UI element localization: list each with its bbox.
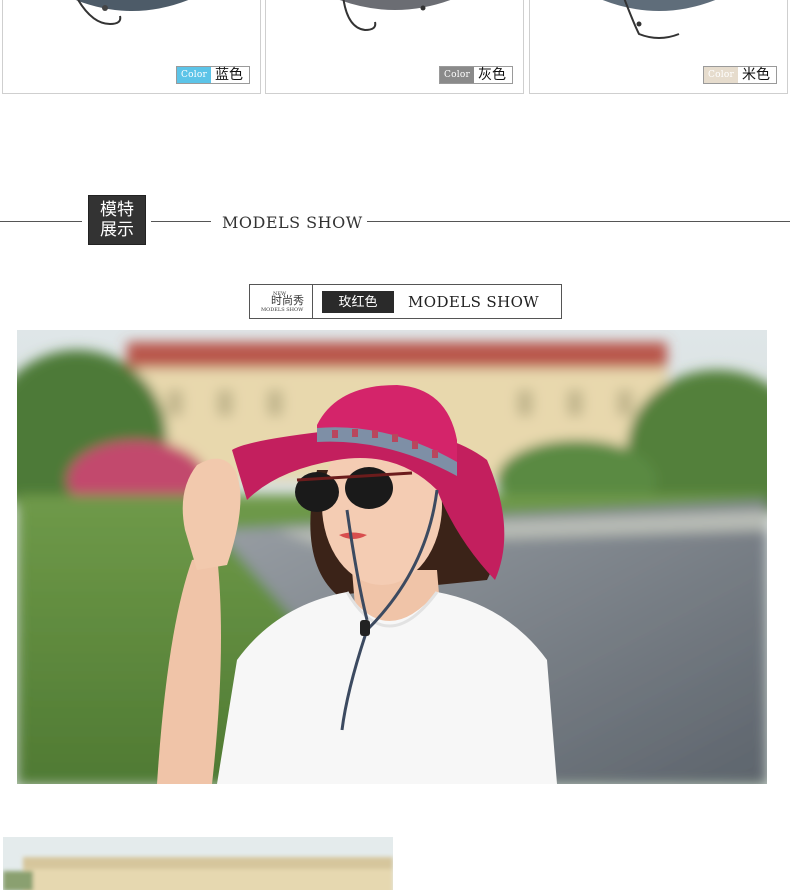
section-badge: 模特 展示 bbox=[88, 195, 146, 245]
fashion-show-tag: NEW 时尚秀 MODELS SHOW bbox=[250, 285, 313, 318]
tag-en: MODELS SHOW bbox=[261, 307, 304, 313]
swatch-card-blue[interactable]: Color 蓝色 bbox=[2, 0, 261, 94]
tag-cn: 时尚秀 bbox=[271, 295, 304, 307]
model-photo-illustration bbox=[17, 330, 767, 784]
color-chip: Color bbox=[704, 67, 738, 83]
swatch-card-beige[interactable]: Color 米色 bbox=[529, 0, 788, 94]
color-label-title: MODELS SHOW bbox=[408, 293, 540, 311]
hat-brim-image bbox=[75, 0, 188, 26]
color-label-box: NEW 时尚秀 MODELS SHOW 玫红色 MODELS SHOW bbox=[249, 284, 562, 319]
hat-brim-image bbox=[339, 0, 450, 32]
color-tag: Color 蓝色 bbox=[176, 66, 250, 84]
divider-right bbox=[367, 221, 790, 222]
model-photo-next bbox=[3, 837, 393, 890]
color-name: 米色 bbox=[742, 67, 770, 83]
badge-line-2: 展示 bbox=[100, 220, 134, 240]
color-chip: Color bbox=[440, 67, 474, 83]
section-title: MODELS SHOW bbox=[222, 213, 363, 232]
hat-brim-image bbox=[602, 0, 715, 39]
model-photo bbox=[17, 330, 767, 784]
color-tag: Color 灰色 bbox=[439, 66, 513, 84]
color-tag: Color 米色 bbox=[703, 66, 777, 84]
badge-line-1: 模特 bbox=[100, 200, 134, 220]
color-name: 蓝色 bbox=[215, 67, 243, 83]
color-chip: Color bbox=[177, 67, 211, 83]
divider-left bbox=[0, 221, 82, 222]
model-photo-next-illustration bbox=[3, 837, 393, 890]
swatch-card-grey[interactable]: Color 灰色 bbox=[265, 0, 524, 94]
color-name: 灰色 bbox=[478, 67, 506, 83]
divider-mid bbox=[151, 221, 211, 222]
color-name-pill: 玫红色 bbox=[322, 291, 394, 313]
